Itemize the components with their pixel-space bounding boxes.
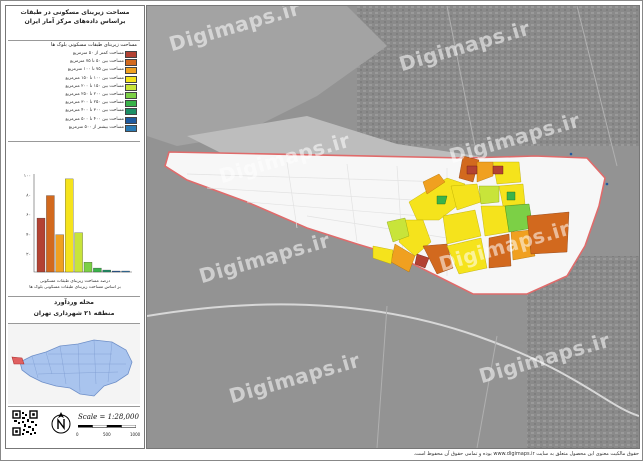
legend-swatch bbox=[125, 83, 137, 91]
qr-code-icon bbox=[12, 410, 38, 436]
legend-swatch bbox=[125, 116, 137, 124]
legend-label: مساحت بین ۴۰۰ تا ۵۰۰ مترمربع bbox=[65, 116, 124, 122]
bar-chart: ۱۰۰ ۸۰ ۶۰ ۴۰ ۲۰ درصد مساحت زیربنای طبقات مسک… bbox=[8, 166, 140, 294]
bar-250-300 bbox=[93, 267, 102, 273]
panel-title: مساحت زیربنای مسکونی در طبقات براساس داد… bbox=[8, 8, 142, 38]
legend: مساحت زیربنای طبقات مسکونی بلوک ها مساحت… bbox=[8, 40, 140, 142]
legend-swatch bbox=[125, 108, 137, 116]
legend-label: مساحت بین ۵۰ تا ۷۵ مترمربع bbox=[70, 59, 124, 65]
legend-item: مساحت کمتر از ۵۰ مترمربع bbox=[8, 50, 140, 58]
legend-label: مساحت بین ۳۰۰ تا ۴۰۰ مترمربع bbox=[65, 108, 124, 114]
district-region: منطقه ۲۱ شهرداری تهران bbox=[33, 310, 115, 317]
legend-rows: مساحت کمتر از ۵۰ مترمربع مساحت بین ۵۰ تا … bbox=[8, 50, 140, 132]
y-tick-label: ۶۰ bbox=[26, 213, 31, 218]
legend-label: مساحت بین ۱۵۰ تا ۲۰۰ مترمربع bbox=[65, 83, 124, 89]
y-tick-label: ۲۰ bbox=[26, 252, 31, 257]
y-tick-label: ۱۰۰ bbox=[24, 174, 31, 179]
legend-item: مساحت بین ۱۵۰ تا ۲۰۰ مترمربع bbox=[8, 83, 140, 91]
scale-label: Scale = 1:28,000 bbox=[78, 413, 139, 421]
legend-label: مساحت بین ۲۵۰ تا ۳۰۰ مترمربع bbox=[65, 100, 124, 106]
legend-label: مساحت بیشتر از ۵۰۰ مترمربع bbox=[68, 124, 124, 130]
bar-200-250 bbox=[83, 262, 93, 273]
district-name: محله وردآورد bbox=[53, 299, 94, 306]
legend-swatch bbox=[125, 124, 137, 132]
legend-item: مساحت بین ۲۵۰ تا ۳۰۰ مترمربع bbox=[8, 99, 140, 108]
bar-150-200 bbox=[74, 232, 83, 273]
y-tick-label: ۸۰ bbox=[26, 194, 31, 199]
legend-swatch bbox=[125, 75, 137, 83]
inset-map-svg bbox=[8, 324, 140, 404]
bar-50-75 bbox=[46, 195, 55, 273]
bar-<50 bbox=[36, 217, 46, 273]
legend-item: مساحت بین ۱۰۰ تا ۱۵۰ مترمربع bbox=[8, 75, 140, 83]
panel-title-line-2: براساس داده‌های مرکز آمار ایران bbox=[24, 18, 126, 25]
chart-caption-line-2: بر اساس مساحت زیربنای طبقات مسکونی بلوک … bbox=[29, 285, 121, 290]
legend-item: مساحت بین ۳۰۰ تا ۴۰۰ مترمربع bbox=[8, 107, 140, 116]
district-21-highlight bbox=[11, 356, 25, 365]
legend-swatch bbox=[125, 67, 137, 75]
map-point-marker bbox=[605, 182, 609, 186]
scale-tick-label: 500 bbox=[103, 432, 111, 437]
bar-chart-svg: ۱۰۰ ۸۰ ۶۰ ۴۰ ۲۰ bbox=[24, 174, 132, 273]
legend-label: مساحت بین ۷۵ تا ۱۰۰ مترمربع bbox=[67, 67, 124, 73]
bar-100-150 bbox=[65, 178, 74, 273]
panel-title-line-1: مساحت زیربنای مسکونی در طبقات bbox=[20, 9, 130, 16]
legend-label: مساحت بین ۱۰۰ تا ۱۵۰ مترمربع bbox=[65, 75, 124, 81]
legend-swatch bbox=[125, 100, 137, 108]
legend-item: مساحت بین ۲۰۰ تا ۲۵۰ مترمربع bbox=[8, 91, 140, 99]
scale-tick-label: 1000 bbox=[130, 432, 141, 437]
bar-400-500 bbox=[112, 270, 121, 273]
legend-item: مساحت بین ۴۰۰ تا ۵۰۰ مترمربع bbox=[8, 116, 140, 124]
legend-label: مساحت کمتر از ۵۰ مترمربع bbox=[72, 51, 124, 56]
tehran-inset-map bbox=[8, 324, 140, 404]
main-map[interactable]: Digimaps.ir Digimaps.ir Digimaps.ir Digimap… bbox=[146, 5, 640, 449]
scale-tick-label: 0 bbox=[76, 432, 79, 437]
north-arrow-icon bbox=[51, 412, 71, 434]
copyright-footer: حقوق مالکیت معنوی این محصول متعلق به سای… bbox=[413, 451, 639, 457]
legend-label: مساحت بین ۲۰۰ تا ۲۵۰ مترمربع bbox=[65, 91, 124, 97]
map-info-row: Scale = 1:28,000 0 500 1000 bbox=[8, 406, 140, 445]
legend-title: مساحت زیربنای طبقات مسکونی بلوک ها bbox=[50, 42, 137, 48]
bar->500 bbox=[121, 270, 130, 273]
map-point-marker bbox=[569, 152, 573, 156]
district-label: محله وردآورد منطقه ۲۱ شهرداری تهران bbox=[8, 296, 140, 324]
legend-swatch bbox=[125, 91, 137, 99]
legend-swatch bbox=[125, 59, 137, 67]
bar-300-400 bbox=[102, 269, 111, 273]
y-tick-label: ۴۰ bbox=[26, 233, 31, 238]
legend-item: مساحت بین ۵۰ تا ۷۵ مترمربع bbox=[8, 58, 140, 67]
bar-75-100 bbox=[55, 234, 64, 273]
legend-item: مساحت بیشتر از ۵۰۰ مترمربع bbox=[8, 124, 140, 132]
legend-swatch bbox=[125, 51, 137, 58]
info-panel: مساحت زیربنای مسکونی در طبقات براساس داد… bbox=[5, 5, 145, 449]
scale-bar bbox=[78, 425, 136, 428]
legend-item: مساحت بین ۷۵ تا ۱۰۰ مترمربع bbox=[8, 66, 140, 75]
